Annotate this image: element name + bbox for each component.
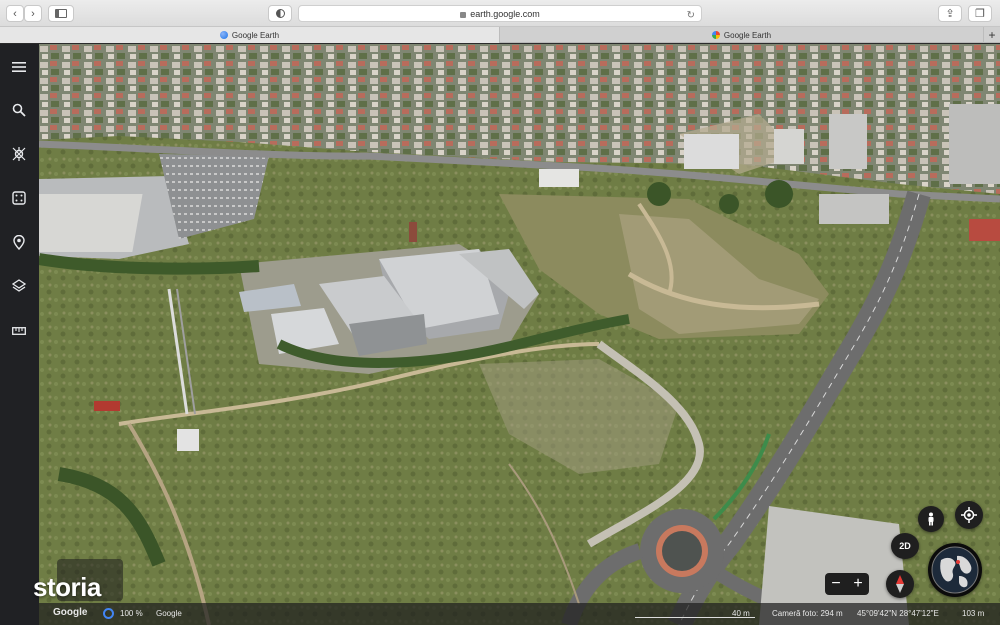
browser-toolbar: ‹ › earth.google.com ↻ ⇪ ❐: [0, 0, 1000, 27]
loading-progress-icon: [103, 608, 114, 619]
camera-altitude: Cameră foto: 294 m: [772, 609, 843, 618]
elevation: 103 m: [962, 609, 985, 618]
my-location-icon: [961, 507, 977, 523]
tab-google-earth-1[interactable]: Google Earth: [0, 27, 500, 43]
progress-text: 100 %: [120, 609, 143, 618]
reader-button[interactable]: [268, 5, 292, 22]
layers-icon[interactable]: [10, 277, 28, 295]
view-mode-label: 2D: [899, 541, 911, 551]
zoom-in-button[interactable]: +: [847, 573, 869, 595]
status-bar: Google 100 % Google 40 m Cameră foto: 29…: [39, 603, 1000, 625]
tabs-overview-button[interactable]: ❐: [968, 5, 992, 22]
pegman-button[interactable]: [918, 506, 944, 532]
view-mode-toggle[interactable]: 2D: [891, 533, 919, 559]
share-button[interactable]: ⇪: [938, 5, 962, 22]
back-button[interactable]: ‹: [6, 5, 24, 22]
dice-icon[interactable]: [10, 189, 28, 207]
scale-bar: [635, 617, 755, 618]
google-logo: Google: [53, 607, 88, 618]
storia-watermark: storia: [33, 572, 101, 602]
earth-sidebar: [0, 44, 39, 625]
zoom-out-button[interactable]: −: [825, 573, 847, 595]
location-pin-icon[interactable]: [10, 233, 28, 251]
menu-icon[interactable]: [10, 58, 28, 76]
forward-button[interactable]: ›: [24, 5, 42, 22]
earth-3d-view[interactable]: [39, 44, 1000, 625]
reload-icon[interactable]: ↻: [687, 8, 695, 24]
google-favicon: [711, 31, 720, 39]
google-earth-favicon: [219, 31, 228, 39]
privacy-icon: [275, 9, 285, 18]
lock-icon: [460, 11, 467, 18]
zoom-control: − +: [825, 573, 869, 595]
imagery-attribution[interactable]: Google: [156, 609, 182, 618]
address-bar[interactable]: earth.google.com ↻: [298, 5, 702, 22]
compass-icon: [896, 575, 904, 593]
url-text: earth.google.com: [470, 9, 540, 19]
globe-icon: [931, 546, 979, 594]
satellite-imagery: [39, 44, 1000, 625]
search-icon[interactable]: [10, 101, 28, 119]
my-location-button[interactable]: [955, 501, 983, 529]
sidebar-toggle-button[interactable]: [48, 5, 74, 22]
tab-bar: Google Earth Google Earth +: [0, 27, 1000, 43]
tab-label: Google Earth: [723, 30, 772, 40]
new-tab-button[interactable]: +: [984, 27, 1000, 43]
person-icon: [928, 512, 934, 526]
tab-google-earth-2[interactable]: Google Earth: [500, 27, 984, 43]
voyager-icon[interactable]: [10, 145, 28, 163]
mini-globe[interactable]: [928, 543, 982, 597]
coordinates: 45°09'42"N 28°47'12"E: [857, 609, 939, 618]
compass-button[interactable]: [886, 570, 914, 598]
ruler-icon[interactable]: [10, 322, 28, 340]
sidebar-toggle-icon: [55, 9, 67, 18]
tab-label: Google Earth: [231, 30, 280, 40]
